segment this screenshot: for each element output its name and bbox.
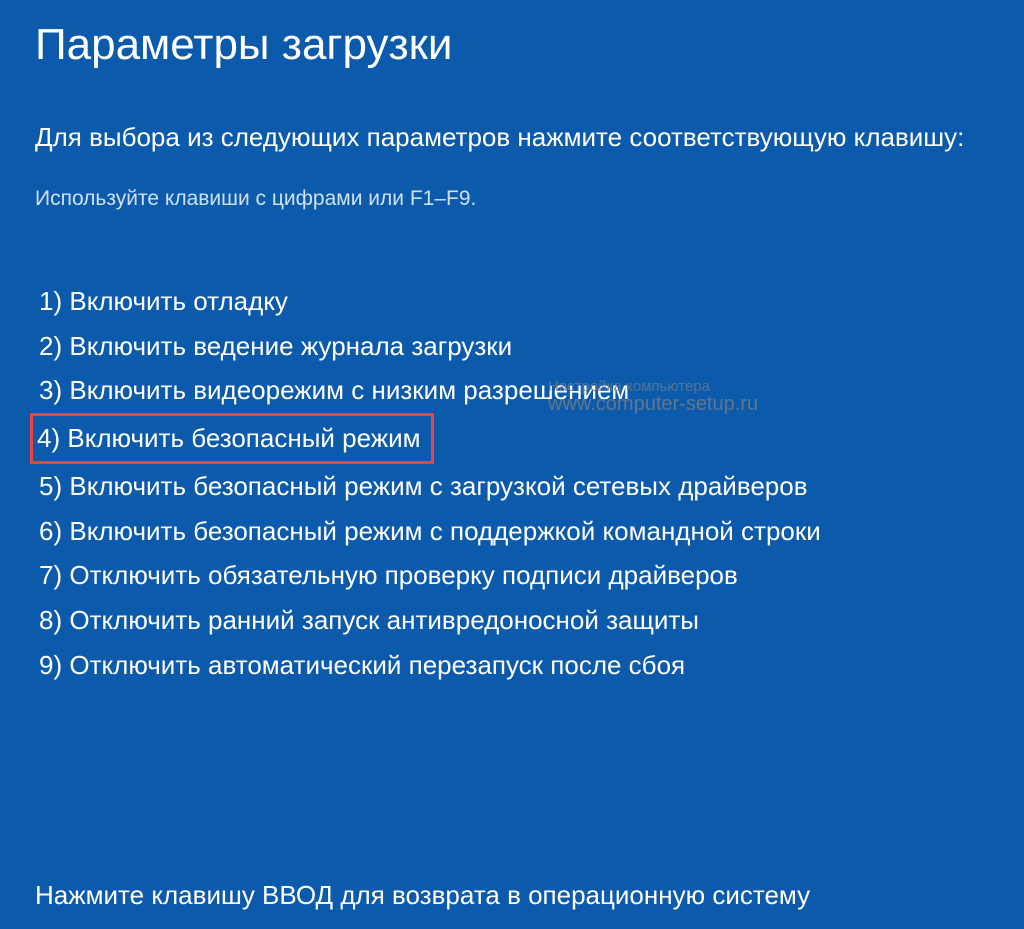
option-number: 7) bbox=[39, 560, 62, 590]
option-label: Отключить ранний запуск антивредоносной … bbox=[69, 605, 699, 635]
hint-text: Используйте клавиши с цифрами или F1–F9. bbox=[35, 187, 989, 211]
option-number: 4) bbox=[37, 423, 60, 453]
startup-option-4-safe-mode[interactable]: 4) Включить безопасный режим bbox=[30, 413, 434, 464]
startup-option-9[interactable]: 9) Отключить автоматический перезапуск п… bbox=[35, 643, 689, 688]
option-number: 2) bbox=[39, 331, 62, 361]
startup-option-2[interactable]: 2) Включить ведение журнала загрузки bbox=[35, 324, 516, 369]
startup-option-6[interactable]: 6) Включить безопасный режим с поддержко… bbox=[35, 509, 825, 554]
option-number: 5) bbox=[39, 471, 62, 501]
option-label: Включить безопасный режим bbox=[67, 423, 420, 453]
page-title: Параметры загрузки bbox=[35, 20, 989, 70]
startup-option-7[interactable]: 7) Отключить обязательную проверку подпи… bbox=[35, 553, 742, 598]
footer-instruction: Нажмите клавишу ВВОД для возврата в опер… bbox=[35, 880, 989, 911]
startup-option-3[interactable]: 3) Включить видеорежим с низким разрешен… bbox=[35, 368, 633, 413]
option-label: Включить безопасный режим с поддержкой к… bbox=[69, 516, 820, 546]
instruction-text: Для выбора из следующих параметров нажми… bbox=[35, 118, 989, 157]
option-number: 6) bbox=[39, 516, 62, 546]
option-label: Отключить автоматический перезапуск посл… bbox=[69, 650, 685, 680]
option-number: 3) bbox=[39, 375, 62, 405]
startup-option-8[interactable]: 8) Отключить ранний запуск антивредоносн… bbox=[35, 598, 703, 643]
option-number: 9) bbox=[39, 650, 62, 680]
option-label: Отключить обязательную проверку подписи … bbox=[69, 560, 737, 590]
option-label: Включить безопасный режим с загрузкой се… bbox=[69, 471, 807, 501]
option-label: Включить ведение журнала загрузки bbox=[69, 331, 512, 361]
option-label: Включить отладку bbox=[69, 286, 288, 316]
startup-option-5[interactable]: 5) Включить безопасный режим с загрузкой… bbox=[35, 464, 812, 509]
option-number: 8) bbox=[39, 605, 62, 635]
startup-option-1[interactable]: 1) Включить отладку bbox=[35, 279, 292, 324]
option-number: 1) bbox=[39, 286, 62, 316]
startup-options-list: 1) Включить отладку 2) Включить ведение … bbox=[35, 279, 989, 687]
option-label: Включить видеорежим с низким разрешением bbox=[69, 375, 629, 405]
